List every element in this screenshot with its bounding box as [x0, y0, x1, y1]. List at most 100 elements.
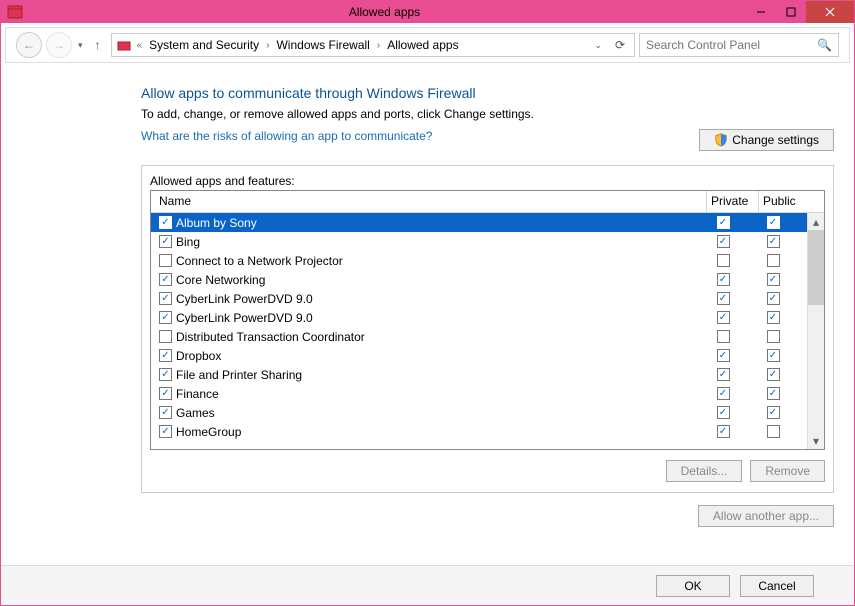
private-checkbox[interactable] [717, 368, 730, 381]
risks-link[interactable]: What are the risks of allowing an app to… [141, 129, 432, 143]
app-name: CyberLink PowerDVD 9.0 [176, 292, 699, 306]
breadcrumb-part[interactable]: System and Security [147, 38, 261, 52]
private-checkbox[interactable] [717, 216, 730, 229]
private-checkbox[interactable] [717, 254, 730, 267]
list-row[interactable]: File and Printer Sharing [151, 365, 807, 384]
scrollbar[interactable]: ▴ ▾ [807, 213, 824, 449]
app-name: Connect to a Network Projector [176, 254, 699, 268]
col-header-private[interactable]: Private [707, 191, 759, 212]
private-checkbox[interactable] [717, 387, 730, 400]
enable-checkbox[interactable] [159, 235, 172, 248]
private-checkbox[interactable] [717, 406, 730, 419]
page-desc: To add, change, or remove allowed apps a… [141, 107, 834, 121]
ok-button[interactable]: OK [656, 575, 730, 597]
back-button[interactable]: ← [16, 32, 42, 58]
legend-title: Allowed apps and features: [150, 174, 825, 188]
public-checkbox[interactable] [767, 216, 780, 229]
public-checkbox[interactable] [767, 387, 780, 400]
content: Allow apps to communicate through Window… [1, 63, 854, 547]
cancel-button[interactable]: Cancel [740, 575, 814, 597]
refresh-button[interactable]: ⟳ [610, 38, 630, 52]
app-name: Finance [176, 387, 699, 401]
list-row[interactable]: Distributed Transaction Coordinator [151, 327, 807, 346]
list-row[interactable]: Connect to a Network Projector [151, 251, 807, 270]
firewall-icon [7, 4, 23, 20]
enable-checkbox[interactable] [159, 254, 172, 267]
enable-checkbox[interactable] [159, 292, 172, 305]
enable-checkbox[interactable] [159, 349, 172, 362]
allow-another-app-button[interactable]: Allow another app... [698, 505, 834, 527]
scrollbar-thumb[interactable] [808, 230, 824, 305]
list-row[interactable]: Bing [151, 232, 807, 251]
private-checkbox[interactable] [717, 425, 730, 438]
col-header-public[interactable]: Public [759, 191, 807, 212]
search-box[interactable]: 🔍 [639, 33, 839, 57]
scroll-down-icon[interactable]: ▾ [808, 432, 824, 449]
col-header-name[interactable]: Name [151, 191, 707, 212]
private-checkbox[interactable] [717, 292, 730, 305]
page-heading: Allow apps to communicate through Window… [141, 85, 834, 101]
private-checkbox[interactable] [717, 311, 730, 324]
enable-checkbox[interactable] [159, 216, 172, 229]
public-checkbox[interactable] [767, 292, 780, 305]
private-checkbox[interactable] [717, 330, 730, 343]
chevron-right-icon: « [134, 40, 146, 51]
maximize-button[interactable] [776, 1, 806, 23]
breadcrumb-part[interactable]: Windows Firewall [274, 38, 371, 52]
search-icon[interactable]: 🔍 [817, 38, 832, 52]
list-row[interactable]: HomeGroup [151, 422, 807, 441]
public-checkbox[interactable] [767, 235, 780, 248]
remove-button[interactable]: Remove [750, 460, 825, 482]
minimize-button[interactable] [746, 1, 776, 23]
forward-button[interactable]: → [46, 32, 72, 58]
close-button[interactable] [806, 1, 854, 23]
breadcrumb-dropdown[interactable]: ⌄ [588, 40, 608, 51]
list-row[interactable]: Album by Sony [151, 213, 807, 232]
list-row[interactable]: CyberLink PowerDVD 9.0 [151, 308, 807, 327]
search-input[interactable] [646, 38, 817, 52]
app-name: Distributed Transaction Coordinator [176, 330, 699, 344]
enable-checkbox[interactable] [159, 425, 172, 438]
change-settings-button[interactable]: Change settings [699, 129, 834, 151]
public-checkbox[interactable] [767, 368, 780, 381]
public-checkbox[interactable] [767, 425, 780, 438]
titlebar: Allowed apps [1, 1, 854, 23]
list-row[interactable]: Games [151, 403, 807, 422]
public-checkbox[interactable] [767, 349, 780, 362]
chevron-right-icon: › [263, 40, 272, 51]
enable-checkbox[interactable] [159, 387, 172, 400]
enable-checkbox[interactable] [159, 311, 172, 324]
app-name: File and Printer Sharing [176, 368, 699, 382]
list-row[interactable]: Core Networking [151, 270, 807, 289]
public-checkbox[interactable] [767, 254, 780, 267]
breadcrumb-part[interactable]: Allowed apps [385, 38, 460, 52]
public-checkbox[interactable] [767, 311, 780, 324]
app-name: HomeGroup [176, 425, 699, 439]
list-row[interactable]: Dropbox [151, 346, 807, 365]
scroll-up-icon[interactable]: ▴ [808, 213, 824, 230]
up-button[interactable]: ↑ [89, 36, 107, 54]
private-checkbox[interactable] [717, 273, 730, 286]
app-name: Bing [176, 235, 699, 249]
window-title: Allowed apps [23, 5, 746, 19]
list-row[interactable]: CyberLink PowerDVD 9.0 [151, 289, 807, 308]
app-name: Core Networking [176, 273, 699, 287]
public-checkbox[interactable] [767, 406, 780, 419]
history-dropdown[interactable]: ▾ [76, 40, 85, 51]
public-checkbox[interactable] [767, 273, 780, 286]
private-checkbox[interactable] [717, 235, 730, 248]
firewall-icon [116, 37, 132, 53]
public-checkbox[interactable] [767, 330, 780, 343]
breadcrumb[interactable]: « System and Security › Windows Firewall… [111, 33, 635, 57]
enable-checkbox[interactable] [159, 368, 172, 381]
details-button[interactable]: Details... [666, 460, 743, 482]
list-row[interactable]: Finance [151, 384, 807, 403]
shield-icon [714, 133, 728, 147]
dialog-footer: OK Cancel [1, 565, 854, 605]
private-checkbox[interactable] [717, 349, 730, 362]
enable-checkbox[interactable] [159, 406, 172, 419]
enable-checkbox[interactable] [159, 330, 172, 343]
toolbar: ← → ▾ ↑ « System and Security › Windows … [5, 27, 850, 63]
enable-checkbox[interactable] [159, 273, 172, 286]
chevron-right-icon: › [374, 40, 383, 51]
